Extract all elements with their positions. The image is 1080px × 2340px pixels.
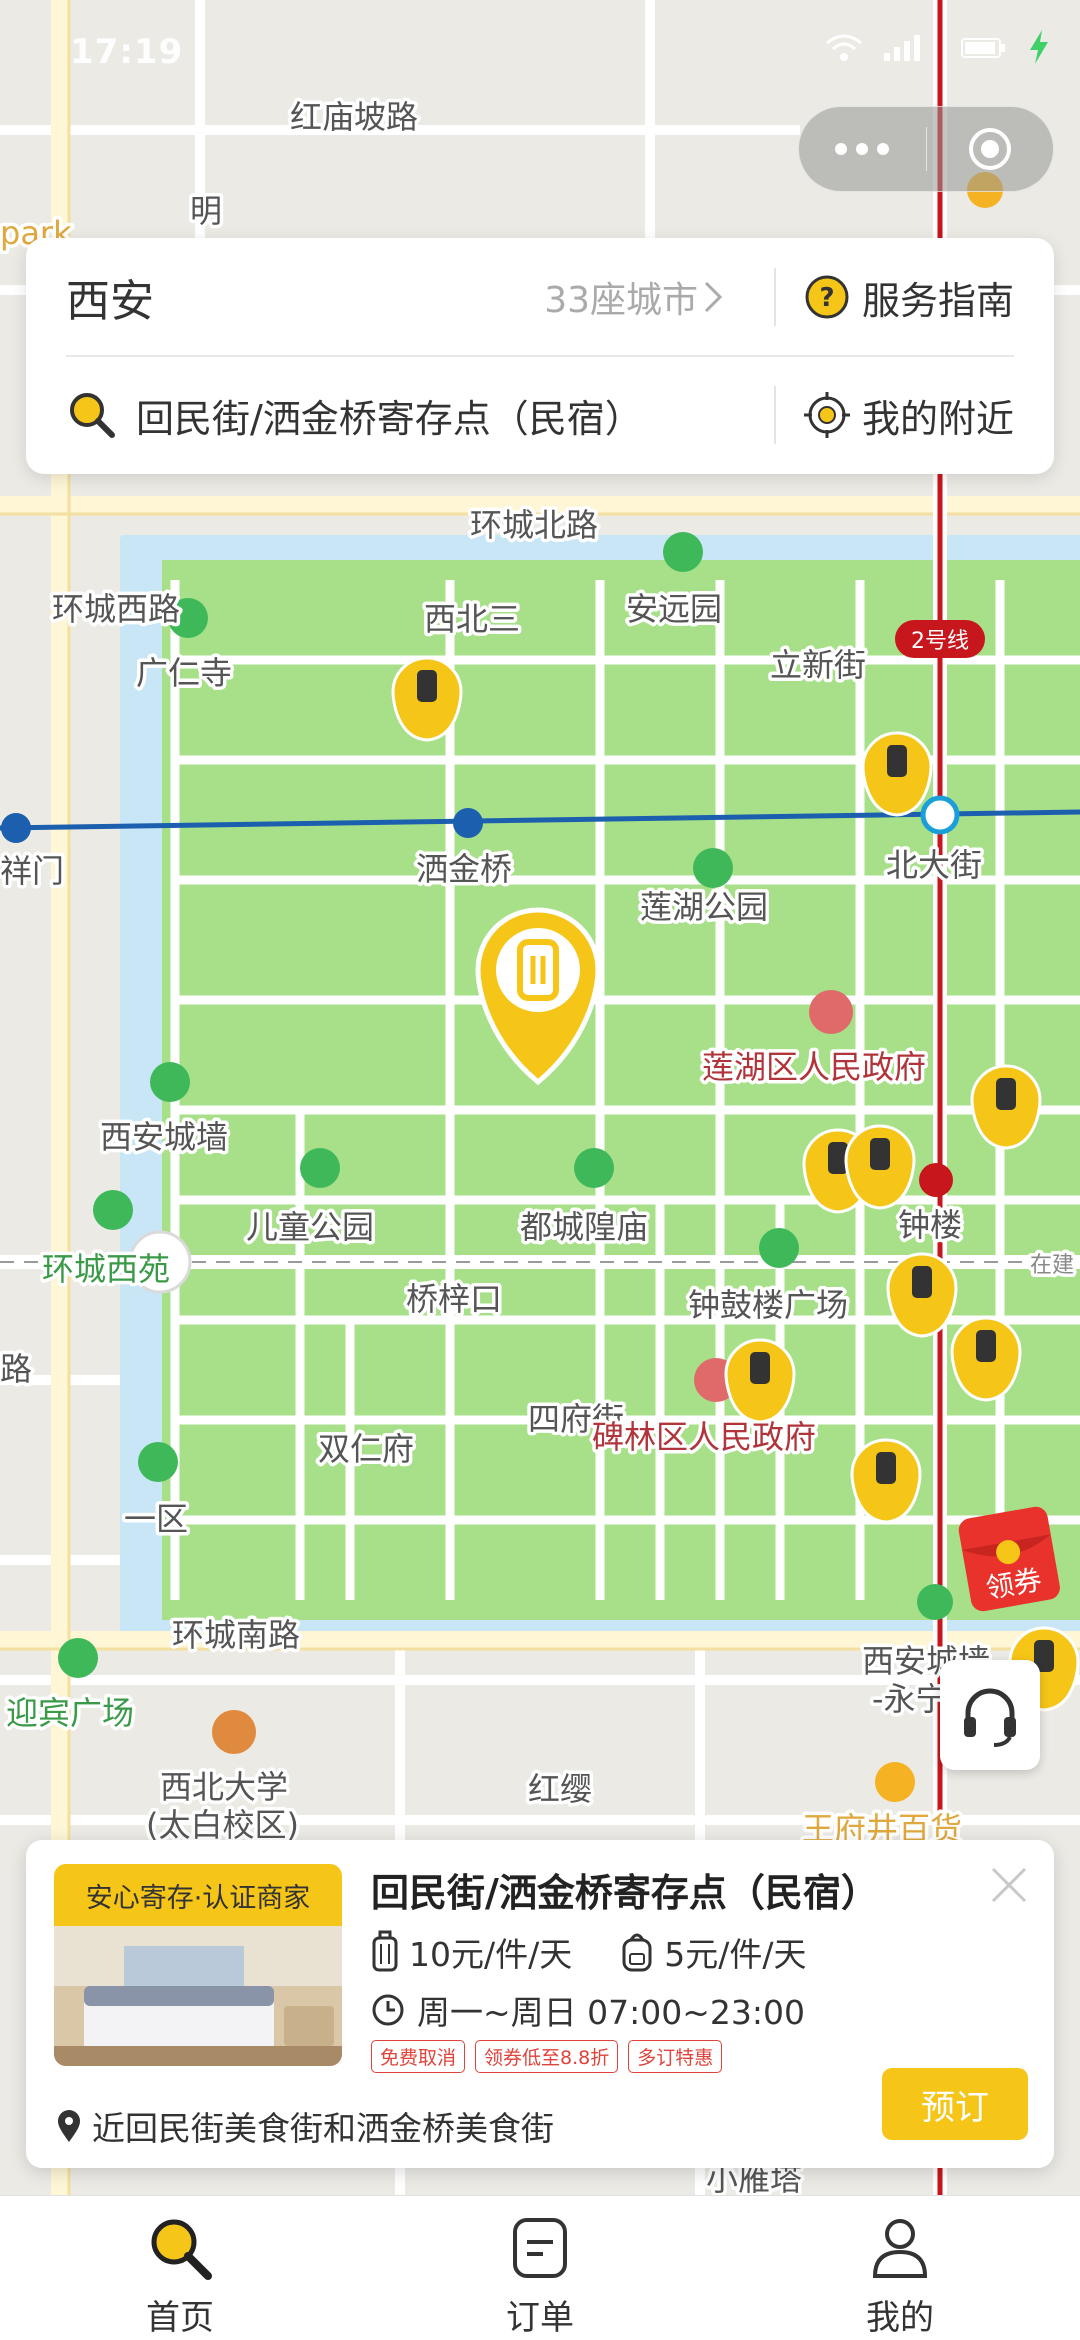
status-icons <box>824 30 1050 73</box>
svg-text:钟楼: 钟楼 <box>898 1206 962 1244</box>
price-luggage-text: 10元/件/天 <box>409 1935 573 1974</box>
miniprogram-capsule <box>798 106 1054 192</box>
location-search-field[interactable]: 回民街/洒金桥寄存点（民宿） <box>66 388 643 443</box>
store-photo <box>54 1926 342 2066</box>
store-address-text: 近回民街美食街和洒金桥美食街 <box>92 2109 554 2148</box>
city-name[interactable]: 西安 <box>66 265 154 329</box>
search-icon <box>70 393 115 438</box>
coupon-button[interactable]: 领券 <box>950 1498 1068 1616</box>
svg-text:迎宾广场: 迎宾广场 <box>6 1694 134 1732</box>
promo-tag: 多订特惠 <box>628 2040 723 2073</box>
svg-text:?: ? <box>819 283 834 313</box>
nearby-button[interactable]: 我的附近 <box>804 388 1014 443</box>
signal-icon <box>882 32 942 72</box>
svg-text:儿童公园: 儿童公园 <box>246 1208 374 1246</box>
promo-tags: 免费取消 领券低至8.8折 多订特惠 <box>371 2040 723 2073</box>
price-bag-text: 5元/件/天 <box>664 1935 807 1974</box>
status-time: 17:19 <box>70 32 184 72</box>
svg-text:西北三: 西北三 <box>424 600 520 638</box>
svg-text:环城南路: 环城南路 <box>172 1616 300 1654</box>
store-card[interactable]: 安心寄存·认证商家 回民街/洒金桥寄存点（民宿） 10元/件/天 5元/件/天 … <box>26 1840 1054 2168</box>
city-count-label: 33座城市 <box>544 280 698 321</box>
price-bag: 5元/件/天 <box>620 1928 806 1976</box>
battery-icon <box>960 32 1010 72</box>
svg-text:红缨: 红缨 <box>528 1770 592 1808</box>
tab-profile[interactable]: 我的 <box>720 2196 1080 2340</box>
app-root: 2号线 红庙坡路 明 park 环城北路 安远园 广仁寺 西北三 立新街 环城西… <box>0 0 1080 2340</box>
charging-icon <box>1028 30 1050 73</box>
service-guide-label: 服务指南 <box>862 278 1015 323</box>
backpack-icon <box>622 1933 652 1972</box>
service-guide-button[interactable]: ? 服务指南 <box>804 270 1014 325</box>
svg-text:都城隍庙: 都城隍庙 <box>520 1208 648 1246</box>
location-text: 回民街/洒金桥寄存点（民宿） <box>136 396 643 441</box>
business-hours: 周一~周日 07:00~23:00 <box>371 1986 805 2034</box>
location-pin-icon <box>58 2110 80 2142</box>
status-bar: 17:19 <box>0 0 1080 100</box>
book-button[interactable]: 预订 <box>882 2068 1028 2140</box>
help-icon: ? <box>805 275 849 319</box>
promo-tag: 免费取消 <box>371 2040 466 2073</box>
svg-text:红庙坡路: 红庙坡路 <box>290 98 418 136</box>
svg-text:碑林区人民政府: 碑林区人民政府 <box>592 1418 816 1456</box>
tab-orders-label: 订单 <box>506 2298 574 2338</box>
city-count-link[interactable]: 33座城市 <box>544 271 724 323</box>
svg-text:在建: 在建 <box>1030 1253 1074 1278</box>
svg-text:路: 路 <box>0 1350 32 1388</box>
search-card: 西安 33座城市 ? 服务指南 回民街/洒金桥寄存点（民宿） 我的附近 <box>26 238 1054 474</box>
svg-text:立新街: 立新街 <box>770 646 866 684</box>
svg-text:北大街: 北大街 <box>886 846 982 884</box>
svg-text:环城西路: 环城西路 <box>52 590 180 628</box>
svg-text:桥梓口: 桥梓口 <box>406 1280 502 1318</box>
promo-tag: 领券低至8.8折 <box>475 2040 619 2073</box>
store-address: 近回民街美食街和洒金桥美食街 <box>56 2102 554 2150</box>
svg-text:安远园: 安远园 <box>626 590 722 628</box>
svg-text:(太白校区): (太白校区) <box>146 1806 299 1844</box>
svg-text:钟鼓楼广场: 钟鼓楼广场 <box>688 1286 848 1324</box>
order-icon <box>513 2218 567 2278</box>
svg-text:2号线: 2号线 <box>911 629 969 654</box>
tab-orders[interactable]: 订单 <box>360 2196 720 2340</box>
svg-text:环城西苑: 环城西苑 <box>42 1250 170 1288</box>
svg-text:双仁府: 双仁府 <box>318 1430 414 1468</box>
luggage-icon <box>372 1930 398 1972</box>
svg-text:西北大学: 西北大学 <box>160 1768 288 1806</box>
locate-icon <box>804 392 850 438</box>
store-name: 回民街/洒金桥寄存点（民宿） <box>371 1871 879 1915</box>
svg-text:洒金桥: 洒金桥 <box>416 850 512 888</box>
headset-icon <box>964 1688 1016 1747</box>
tab-home-label: 首页 <box>146 2298 214 2338</box>
school-icon <box>212 1710 256 1754</box>
customer-service-button[interactable] <box>940 1660 1040 1770</box>
tab-bar: 首页 订单 我的 <box>0 2195 1080 2340</box>
svg-text:一区: 一区 <box>124 1500 188 1538</box>
close-miniprogram-button[interactable] <box>926 106 1053 192</box>
certified-badge: 安心寄存·认证商家 <box>54 1864 342 1926</box>
tab-home[interactable]: 首页 <box>0 2196 360 2340</box>
business-hours-text: 周一~周日 07:00~23:00 <box>417 1993 805 2032</box>
tab-profile-label: 我的 <box>866 2298 934 2338</box>
svg-text:环城北路: 环城北路 <box>470 506 598 544</box>
close-icon <box>991 1867 1027 1903</box>
price-luggage: 10元/件/天 <box>371 1928 572 1976</box>
svg-text:明: 明 <box>190 192 222 230</box>
close-card-button[interactable] <box>984 1860 1034 1910</box>
clock-icon <box>372 1994 404 2026</box>
metro-line-2-badge: 2号线 <box>895 620 985 658</box>
chevron-right-icon <box>704 281 723 313</box>
svg-text:莲湖公园: 莲湖公园 <box>640 888 768 926</box>
more-button[interactable] <box>799 106 926 192</box>
nearby-label: 我的附近 <box>862 396 1015 441</box>
wifi-icon <box>824 32 864 72</box>
svg-text:-永宁: -永宁 <box>872 1680 948 1718</box>
svg-text:西安城墙: 西安城墙 <box>100 1118 228 1156</box>
person-icon <box>872 2219 928 2278</box>
red-packet-icon: 领券 <box>958 1506 1060 1612</box>
svg-text:莲湖区人民政府: 莲湖区人民政府 <box>702 1048 926 1086</box>
target-icon <box>968 128 1011 170</box>
search-icon <box>151 2219 212 2280</box>
svg-text:祥门: 祥门 <box>0 852 64 890</box>
svg-text:广仁寺: 广仁寺 <box>136 654 232 692</box>
price-row: 10元/件/天 5元/件/天 <box>371 1928 854 1976</box>
